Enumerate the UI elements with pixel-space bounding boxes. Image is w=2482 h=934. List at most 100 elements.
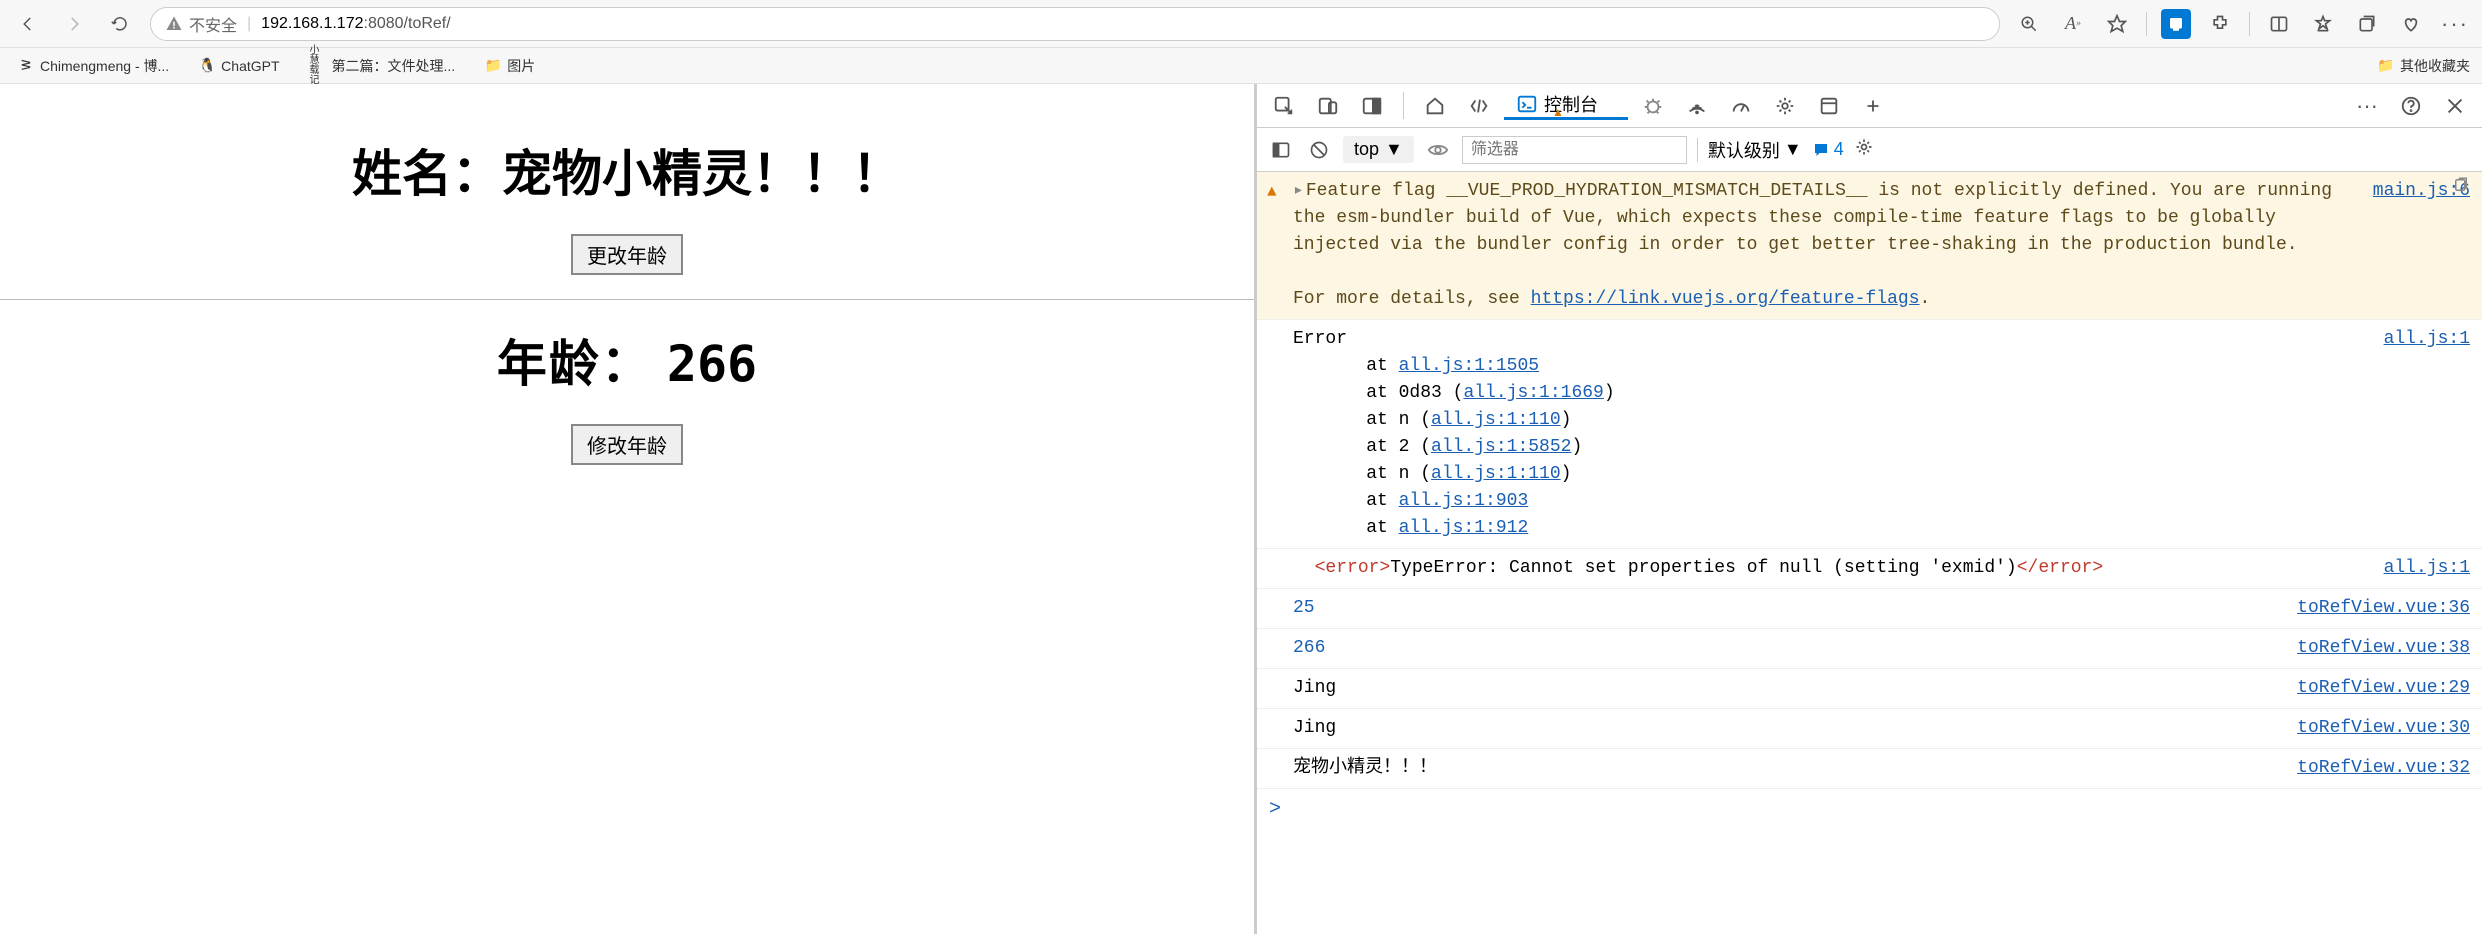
stack-link[interactable]: all.js:1:912: [1399, 518, 1529, 538]
page-pane: 姓名：宠物小精灵！！！ 更改年龄 年龄：266 修改年龄: [0, 84, 1256, 934]
split-icon[interactable]: [2264, 9, 2294, 39]
heart-icon[interactable]: [2396, 9, 2426, 39]
devtools-pane: 控制台 ▲ ··· top ▼: [1256, 84, 2482, 934]
bookmark-item[interactable]: 📁 图片: [479, 52, 541, 80]
console-tab[interactable]: 控制台 ▲: [1504, 91, 1628, 120]
issues-count: 4: [1834, 139, 1844, 160]
main-area: 姓名：宠物小精灵！！！ 更改年龄 年龄：266 修改年龄: [0, 84, 2482, 934]
source-link[interactable]: toRefView.vue:30: [2281, 715, 2470, 742]
source-link[interactable]: all.js:1: [2368, 326, 2470, 542]
live-expression-icon[interactable]: [1424, 136, 1452, 164]
toolbar-right: A» ···: [2014, 9, 2470, 39]
favorites-icon[interactable]: [2308, 9, 2338, 39]
page-content: 姓名：宠物小精灵！！！ 更改年龄 年龄：266 修改年龄: [0, 134, 1254, 465]
inspect-tab[interactable]: [1265, 95, 1303, 117]
source-link[interactable]: toRefView.vue:32: [2281, 755, 2470, 782]
zoom-icon[interactable]: [2014, 9, 2044, 39]
console-error[interactable]: Error at all.js:1:1505 at 0d83 (all.js:1…: [1257, 320, 2482, 549]
source-link[interactable]: all.js:1: [2368, 555, 2470, 582]
folder-icon: 📁: [485, 58, 501, 74]
console-toolbar: top ▼ 默认级别 ▼ 4: [1257, 128, 2482, 172]
sources-tab[interactable]: [1634, 95, 1672, 117]
warning-icon: ▲: [1267, 180, 1277, 204]
error-text: Error at all.js:1:1505 at 0d83 (all.js:1…: [1293, 326, 2368, 542]
performance-tab[interactable]: [1722, 95, 1760, 117]
stack-line: at 0d83 (all.js:1:1669): [1293, 380, 2368, 407]
stack-link[interactable]: all.js:1:1669: [1463, 383, 1603, 403]
warning-link[interactable]: https://link.vuejs.org/feature-flags: [1531, 289, 1920, 309]
network-tab[interactable]: [1678, 95, 1716, 117]
browser-toolbar: 不安全 | 192.168.1.172:8080/toRef/ A» ···: [0, 0, 2482, 48]
favorite-star-icon[interactable]: [2102, 9, 2132, 39]
url-text: 192.168.1.172:8080/toRef/: [261, 15, 451, 33]
stack-link[interactable]: all.js:1:903: [1399, 491, 1529, 511]
age-heading: 年龄：266: [0, 324, 1254, 396]
console-log[interactable]: 宠物小精灵！！！toRefView.vue:32: [1257, 749, 2482, 789]
source-link[interactable]: toRefView.vue:38: [2281, 635, 2470, 662]
change-age-button[interactable]: 更改年龄: [571, 234, 683, 275]
filter-input[interactable]: [1462, 136, 1687, 164]
console-log[interactable]: JingtoRefView.vue:30: [1257, 709, 2482, 749]
issues-button[interactable]: 4: [1812, 139, 1844, 160]
bookmarks-bar: ᕒ Chimengmeng - 博... 🐧 ChatGPT 小慧载记 第二篇：…: [0, 48, 2482, 84]
stack-line: at all.js:1:912: [1293, 515, 2368, 542]
more-icon[interactable]: ···: [2440, 9, 2470, 39]
console-messages[interactable]: ▲ ▸Feature flag __VUE_PROD_HYDRATION_MIS…: [1257, 172, 2482, 934]
console-log[interactable]: 25toRefView.vue:36: [1257, 589, 2482, 629]
bookmark-item[interactable]: 🐧 ChatGPT: [193, 54, 285, 78]
stack-link[interactable]: all.js:1:5852: [1431, 437, 1571, 457]
console-log[interactable]: JingtoRefView.vue:29: [1257, 669, 2482, 709]
toggle-sidebar-icon[interactable]: [1267, 136, 1295, 164]
console-log[interactable]: 266toRefView.vue:38: [1257, 629, 2482, 669]
extensions-icon[interactable]: [2205, 9, 2235, 39]
stack-line: at all.js:1:903: [1293, 488, 2368, 515]
console-prompt[interactable]: >: [1257, 789, 2482, 831]
app-icon[interactable]: [2161, 9, 2191, 39]
dock-tab[interactable]: [1353, 95, 1391, 117]
modify-age-button[interactable]: 修改年龄: [571, 424, 683, 465]
source-link[interactable]: toRefView.vue:36: [2281, 595, 2470, 622]
elements-tab[interactable]: [1460, 95, 1498, 117]
bookmark-item[interactable]: 小慧载记 第二篇：文件处理...: [304, 52, 462, 80]
log-text: 25: [1293, 595, 2281, 622]
folder-icon: 📁: [2378, 58, 2394, 74]
stack-link[interactable]: all.js:1:110: [1431, 410, 1561, 430]
bookmark-label: 图片: [507, 56, 535, 76]
stack-link[interactable]: all.js:1:1505: [1399, 356, 1539, 376]
log-text: Jing: [1293, 675, 2281, 702]
security-indicator[interactable]: 不安全: [165, 12, 237, 36]
devtools-tabs: 控制台 ▲ ···: [1257, 84, 2482, 128]
clear-console-icon[interactable]: [1305, 136, 1333, 164]
devtools-more-icon[interactable]: ···: [2348, 93, 2386, 119]
application-tab[interactable]: [1810, 95, 1848, 117]
address-bar[interactable]: 不安全 | 192.168.1.172:8080/toRef/: [150, 7, 2000, 41]
console-settings-icon[interactable]: [1854, 137, 1874, 162]
other-bookmarks[interactable]: 📁 其他收藏夹: [2378, 56, 2470, 76]
warning-text: ▸Feature flag __VUE_PROD_HYDRATION_MISMA…: [1293, 178, 2357, 313]
console-error[interactable]: <error>TypeError: Cannot set properties …: [1257, 549, 2482, 589]
memory-tab[interactable]: [1766, 95, 1804, 117]
forward-button[interactable]: [58, 8, 90, 40]
close-devtools-icon[interactable]: [2436, 95, 2474, 117]
text-icon: 小慧载记: [310, 58, 326, 74]
log-text: 266: [1293, 635, 2281, 662]
stack-link[interactable]: all.js:1:110: [1431, 464, 1561, 484]
source-link[interactable]: toRefView.vue:29: [2281, 675, 2470, 702]
read-aloud-icon[interactable]: A»: [2058, 9, 2088, 39]
device-tab[interactable]: [1309, 95, 1347, 117]
back-button[interactable]: [12, 8, 44, 40]
reload-button[interactable]: [104, 8, 136, 40]
bookmark-item[interactable]: ᕒ Chimengmeng - 博...: [12, 52, 175, 80]
console-warning[interactable]: ▲ ▸Feature flag __VUE_PROD_HYDRATION_MIS…: [1257, 172, 2482, 320]
log-level-selector[interactable]: 默认级别 ▼: [1708, 137, 1802, 163]
more-tabs[interactable]: [1854, 95, 1892, 117]
stack-line: at all.js:1:1505: [1293, 353, 2368, 380]
site-icon: ᕒ: [18, 58, 34, 74]
help-icon[interactable]: [2392, 95, 2430, 117]
welcome-tab[interactable]: [1416, 95, 1454, 117]
copy-icon[interactable]: [2452, 176, 2470, 204]
stack-line: at n (all.js:1:110): [1293, 461, 2368, 488]
expand-icon[interactable]: ▸: [1293, 181, 1304, 201]
context-selector[interactable]: top ▼: [1343, 136, 1414, 163]
collections-icon[interactable]: [2352, 9, 2382, 39]
